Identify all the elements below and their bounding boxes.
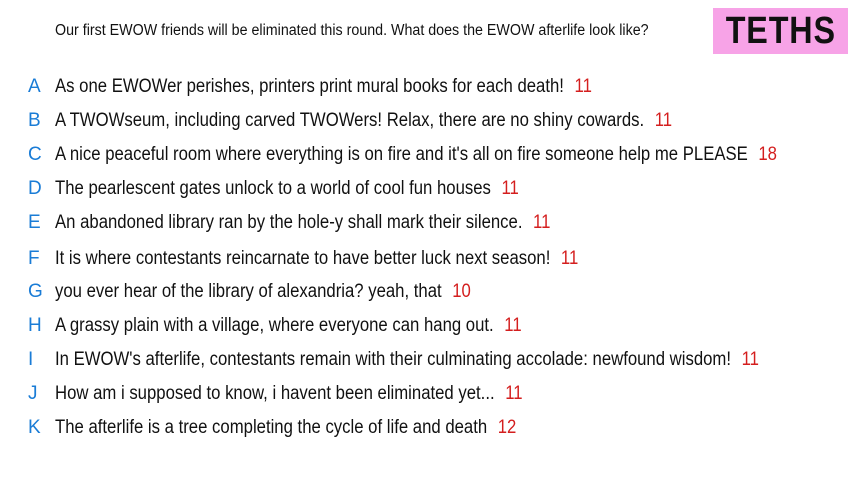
response-word-count: 11	[574, 76, 592, 97]
response-word-count: 11	[741, 349, 759, 370]
response-text-wrap: The afterlife is a tree completing the c…	[55, 417, 516, 439]
response-text-wrap: you ever hear of the library of alexandr…	[55, 281, 471, 303]
response-row: J How am i supposed to know, i havent be…	[0, 381, 853, 407]
response-text: The pearlescent gates unlock to a world …	[55, 178, 491, 199]
response-text-wrap: As one EWOWer perishes, printers print m…	[55, 76, 592, 98]
response-word-count: 11	[504, 315, 522, 336]
response-text: A nice peaceful room where everything is…	[55, 144, 748, 165]
response-word-count: 10	[452, 281, 471, 302]
response-letter: J	[28, 383, 38, 404]
response-text: The afterlife is a tree completing the c…	[55, 417, 488, 438]
response-letter: A	[28, 76, 41, 97]
response-text: How am i supposed to know, i havent been…	[55, 383, 495, 404]
response-text: A TWOWseum, including carved TWOWers! Re…	[55, 110, 645, 131]
response-letter: E	[28, 212, 41, 233]
response-row: K The afterlife is a tree completing the…	[0, 415, 853, 441]
response-row: H A grassy plain with a village, where e…	[0, 313, 853, 339]
response-list: A As one EWOWer perishes, printers print…	[0, 0, 853, 480]
response-word-count: 11	[560, 248, 579, 269]
response-row: B A TWOWseum, including carved TWOWers! …	[0, 108, 853, 134]
response-word-count: 11	[654, 110, 673, 131]
response-letter: G	[28, 281, 43, 302]
response-word-count: 11	[501, 178, 519, 199]
response-text: It is where contestants reincarnate to h…	[55, 248, 551, 269]
response-text: A grassy plain with a village, where eve…	[55, 315, 494, 336]
response-row: I In EWOW's afterlife, contestants remai…	[0, 347, 853, 373]
response-word-count: 18	[758, 144, 777, 165]
response-row: G you ever hear of the library of alexan…	[0, 279, 853, 305]
response-row: F It is where contestants reincarnate to…	[0, 246, 853, 272]
response-row: E An abandoned library ran by the hole-y…	[0, 210, 853, 236]
response-row: D The pearlescent gates unlock to a worl…	[0, 176, 853, 202]
response-text-wrap: How am i supposed to know, i havent been…	[55, 383, 523, 405]
response-letter: C	[28, 144, 42, 165]
response-letter: I	[28, 349, 34, 370]
response-word-count: 11	[505, 383, 523, 404]
response-text: In EWOW's afterlife, contestants remain …	[55, 349, 732, 370]
response-text: you ever hear of the library of alexandr…	[55, 281, 442, 302]
response-word-count: 11	[533, 212, 551, 233]
response-letter: H	[28, 315, 42, 336]
response-text-wrap: A TWOWseum, including carved TWOWers! Re…	[55, 110, 672, 132]
response-text-wrap: A grassy plain with a village, where eve…	[55, 315, 522, 337]
response-letter: B	[28, 110, 41, 131]
response-text-wrap: The pearlescent gates unlock to a world …	[55, 178, 519, 200]
response-letter: K	[28, 417, 41, 438]
response-letter: F	[28, 248, 40, 269]
response-text: As one EWOWer perishes, printers print m…	[55, 76, 564, 97]
response-row: A As one EWOWer perishes, printers print…	[0, 74, 853, 100]
response-text: An abandoned library ran by the hole-y s…	[55, 212, 523, 233]
response-text-wrap: An abandoned library ran by the hole-y s…	[55, 212, 550, 234]
response-text-wrap: It is where contestants reincarnate to h…	[55, 248, 578, 270]
response-text-wrap: In EWOW's afterlife, contestants remain …	[55, 349, 759, 371]
response-text-wrap: A nice peaceful room where everything is…	[55, 144, 777, 166]
response-letter: D	[28, 178, 42, 199]
response-word-count: 12	[497, 417, 517, 438]
response-row: C A nice peaceful room where everything …	[0, 142, 853, 168]
